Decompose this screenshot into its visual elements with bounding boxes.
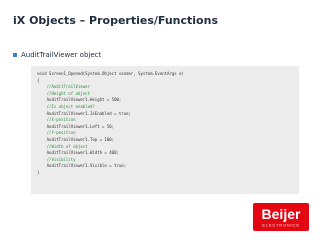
code-line: AuditTrailViewer1.IsEnabled = true; bbox=[37, 110, 131, 116]
code-line: AuditTrailViewer1.Left = 50; bbox=[37, 123, 115, 129]
bullet-text: AuditTrailViewer object bbox=[21, 51, 102, 59]
code-block: void Screen1_Opened(System.Object sender… bbox=[31, 66, 299, 194]
bullet-item: AuditTrailViewer object bbox=[13, 51, 101, 59]
beijer-logo: Beijer ELECTRONICS bbox=[253, 203, 309, 231]
code-line: } bbox=[37, 169, 40, 175]
code-comment-line: //Width of object bbox=[37, 143, 88, 149]
code-line: void Screen1_Opened(System.Object sender… bbox=[37, 71, 184, 76]
code-line: AuditTrailViewer1.Width = 400; bbox=[37, 150, 119, 156]
code-comment-line: //Is object enabled? bbox=[37, 103, 95, 109]
square-bullet-icon bbox=[13, 53, 17, 57]
code-line: AuditTrailViewer1.Height = 500; bbox=[37, 97, 122, 103]
logo-name: Beijer bbox=[262, 206, 301, 222]
code-comment-line: //Visibility bbox=[37, 156, 76, 162]
code-line: AuditTrailViewer1.Visible = true; bbox=[37, 163, 127, 169]
logo-subtitle: ELECTRONICS bbox=[262, 223, 299, 228]
code-line: { bbox=[37, 77, 40, 83]
code-listing: void Screen1_Opened(System.Object sender… bbox=[31, 66, 299, 177]
code-comment-line: //X-position bbox=[37, 117, 76, 123]
code-comment-line: //Y-position bbox=[37, 130, 76, 136]
code-line: AuditTrailViewer1.Top = 100; bbox=[37, 136, 115, 142]
slide-title: iX Objects – Properties/Functions bbox=[13, 14, 218, 27]
code-comment-line: //AuditTrailViewer bbox=[37, 84, 90, 90]
code-comment-line: //Height of object bbox=[37, 90, 90, 96]
